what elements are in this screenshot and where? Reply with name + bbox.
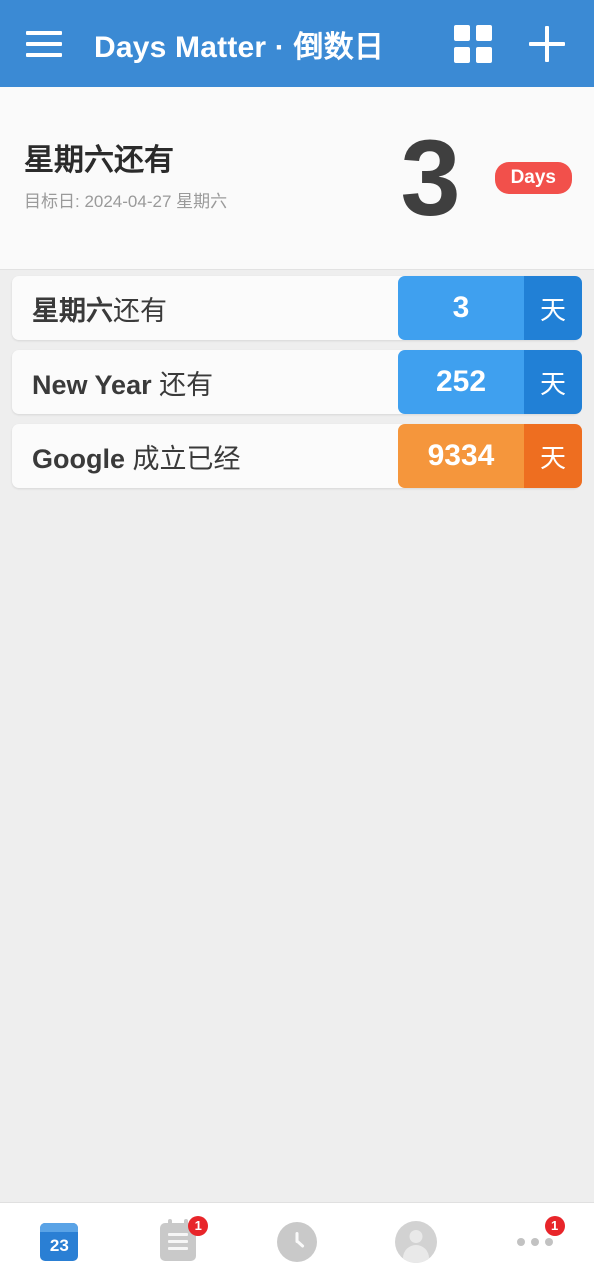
- event-row[interactable]: 星期六还有 3 天: [12, 276, 582, 340]
- event-label-name: 星期六: [32, 295, 113, 326]
- calendar-glyph: 23: [40, 1222, 79, 1261]
- event-label-name: Google: [32, 443, 125, 474]
- agenda-tab: [168, 1218, 173, 1227]
- grid-cell: [454, 46, 470, 63]
- event-label-suffix: 还有: [113, 295, 167, 326]
- event-label-suffix: 成立已经: [125, 443, 241, 474]
- plus-add-icon[interactable]: [526, 23, 568, 65]
- app-bar-actions: [454, 23, 568, 65]
- agenda-line: [168, 1240, 189, 1243]
- bottom-navigation: 23 1 1: [0, 1202, 594, 1280]
- nav-item-more-dots[interactable]: 1: [475, 1203, 594, 1280]
- profile-avatar-icon[interactable]: [392, 1218, 440, 1266]
- event-count: 9334: [398, 424, 524, 488]
- dot: [544, 1237, 553, 1246]
- page-title: Days Matter · 倒数日: [94, 30, 385, 64]
- summary-texts: 星期六还有 目标日: 2024-04-27 星期六: [24, 144, 401, 213]
- calendar-icon[interactable]: 23: [35, 1218, 83, 1266]
- agenda-line: [168, 1247, 189, 1250]
- hamburger-menu-icon[interactable]: [22, 22, 66, 66]
- event-count: 3: [398, 276, 524, 340]
- clock-icon[interactable]: [273, 1218, 321, 1266]
- summary-day-count: 3: [400, 117, 461, 239]
- nav-item-agenda-list[interactable]: 1: [119, 1203, 238, 1280]
- event-count-blocks: 3天: [398, 276, 582, 340]
- avatar-head: [409, 1229, 423, 1243]
- event-row[interactable]: New Year 还有 252 天: [12, 350, 582, 414]
- event-row[interactable]: Google 成立已经 9334 天: [12, 424, 582, 488]
- summary-subtitle: 目标日: 2024-04-27 星期六: [24, 192, 228, 212]
- avatar-body: [402, 1244, 429, 1263]
- nav-item-profile-avatar[interactable]: [356, 1203, 475, 1280]
- dot: [516, 1237, 525, 1246]
- dot: [530, 1237, 539, 1246]
- grid-cell: [476, 24, 492, 41]
- summary-unit-badge: Days: [494, 162, 572, 194]
- agenda-line: [168, 1233, 189, 1236]
- event-label-suffix: 还有: [151, 369, 214, 400]
- hamburger-bar: [26, 52, 62, 57]
- avatar-glyph: [394, 1220, 437, 1263]
- calendar-day-number: 23: [49, 1235, 69, 1255]
- hamburger-bar: [26, 30, 62, 35]
- app-bar: Days Matter · 倒数日: [0, 0, 594, 87]
- grid-cell: [476, 46, 492, 63]
- event-unit: 天: [524, 350, 582, 414]
- event-count-blocks: 9334 天: [398, 424, 582, 488]
- event-label-name: New Year: [32, 369, 152, 400]
- app-root: Days Matter · 倒数日 星期六还有 目标日: 2024-04-27 …: [0, 0, 594, 1280]
- summary-card[interactable]: 星期六还有 目标日: 2024-04-27 星期六 3 Days: [0, 87, 594, 270]
- event-list: 星期六还有 3 天 New Year 还有 252 天 Google 成立已经 9334 天: [0, 270, 594, 1202]
- event-unit: 天: [524, 276, 582, 340]
- hamburger-bar: [26, 41, 62, 46]
- nav-item-clock[interactable]: [238, 1203, 357, 1280]
- event-count: 252: [398, 350, 524, 414]
- more-dots-icon[interactable]: 1: [511, 1215, 565, 1266]
- agenda-list-icon[interactable]: 1: [154, 1215, 209, 1266]
- more-dots-glyph: [516, 1237, 553, 1246]
- event-count-blocks: 252 天: [398, 350, 582, 414]
- summary-title: 星期六还有: [24, 143, 174, 177]
- calendar-header-bar: [40, 1222, 79, 1232]
- nav-badge: 1: [188, 1215, 209, 1236]
- grid-view-icon[interactable]: [454, 24, 492, 63]
- event-unit: 天: [524, 424, 582, 488]
- clock-glyph: [276, 1221, 317, 1262]
- nav-badge: 1: [544, 1215, 565, 1236]
- grid-cell: [454, 24, 470, 41]
- nav-item-calendar[interactable]: 23: [0, 1203, 119, 1280]
